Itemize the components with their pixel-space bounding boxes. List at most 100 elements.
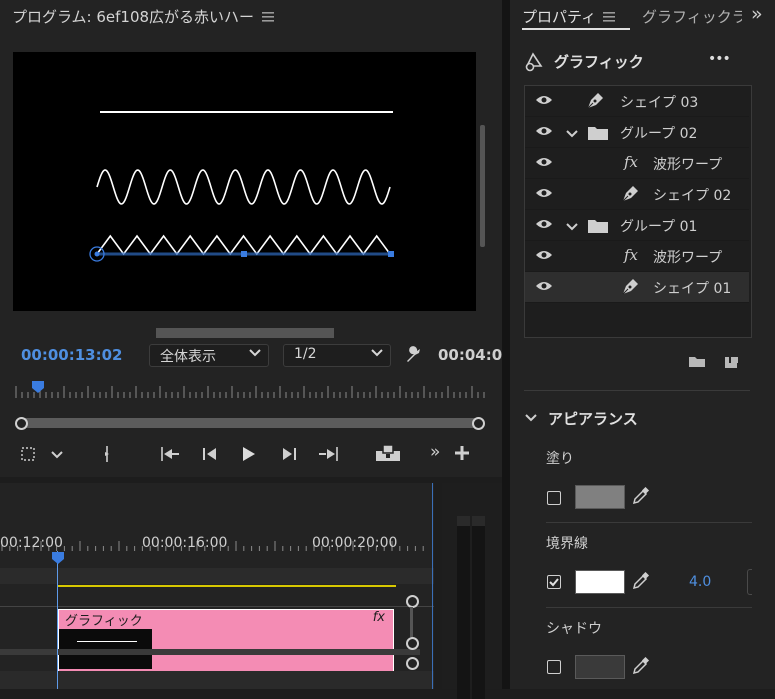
- resolution-select-value: 1/2: [294, 346, 317, 362]
- audio-meter-panel: [442, 483, 502, 699]
- zoom-handle-right[interactable]: [472, 417, 485, 430]
- new-group-icon[interactable]: [688, 354, 706, 372]
- layer-label: 波形ワープ: [653, 157, 723, 173]
- panel-focus-border: [432, 483, 433, 689]
- pen-shape-icon: [620, 277, 640, 301]
- timeline-timecode-2: 00:00:16:00: [142, 535, 228, 551]
- stroke-options-edge[interactable]: [747, 569, 752, 595]
- fill-color-swatch[interactable]: [575, 485, 625, 509]
- shadow-checkbox[interactable]: [547, 660, 561, 674]
- fill-checkbox[interactable]: [547, 491, 561, 505]
- eye-icon[interactable]: [535, 249, 553, 265]
- chevron-down-icon[interactable]: [565, 220, 579, 236]
- timeline-playhead[interactable]: [51, 551, 65, 569]
- scroll-handle-mid[interactable]: [406, 637, 419, 650]
- sine-wave-shape: [96, 169, 391, 205]
- marker-icon[interactable]: [103, 445, 111, 467]
- go-to-out-icon[interactable]: [318, 446, 340, 466]
- safe-margins-icon[interactable]: [20, 446, 36, 466]
- clip-label: グラフィック: [65, 614, 143, 629]
- eye-icon[interactable]: [535, 94, 553, 110]
- chevron-down-icon: [371, 349, 383, 357]
- vertex-handle-mid: [241, 251, 247, 257]
- vertical-scroll-track[interactable]: [410, 607, 413, 637]
- timeline-timecode-1: 00:12:00: [0, 535, 63, 551]
- section-divider: [524, 390, 750, 391]
- folder-icon: [587, 125, 609, 145]
- fx-icon: fx: [624, 153, 639, 171]
- wrench-icon[interactable]: [404, 345, 422, 367]
- preview-horizontal-scrollbar[interactable]: [156, 328, 334, 338]
- add-icon[interactable]: [455, 446, 469, 464]
- layer-row[interactable]: fx 波形ワープ: [525, 241, 749, 272]
- layer-label: グループ 02: [620, 126, 698, 142]
- fill-label: 塗り: [546, 451, 574, 467]
- video-preview[interactable]: [13, 52, 476, 311]
- preview-graphics: [89, 111, 394, 262]
- eye-icon[interactable]: [535, 187, 553, 203]
- go-to-in-icon[interactable]: [159, 446, 181, 466]
- eyedropper-icon[interactable]: [632, 571, 650, 594]
- eye-icon[interactable]: [535, 218, 553, 234]
- stroke-checkbox[interactable]: [547, 575, 561, 589]
- export-frame-icon[interactable]: [375, 444, 401, 466]
- shadow-color-swatch[interactable]: [575, 655, 625, 679]
- panel-overflow-icon[interactable]: »: [751, 3, 763, 25]
- play-icon[interactable]: [242, 446, 256, 466]
- folder-icon: [587, 218, 609, 238]
- timeline-panel: 00:12:00 00:00:16:00 00:00:20:00 グラフィック …: [0, 483, 434, 689]
- hamburger-icon[interactable]: [262, 10, 274, 26]
- layer-label: シェイプ 03: [620, 95, 699, 111]
- duration-timecode: 00:04:0: [438, 346, 503, 364]
- work-area-bar[interactable]: [0, 568, 434, 584]
- eye-icon[interactable]: [535, 280, 553, 296]
- layer-row[interactable]: シェイプ 01: [525, 272, 749, 303]
- layer-row[interactable]: シェイプ 03: [525, 86, 749, 117]
- layer-row[interactable]: シェイプ 02: [525, 179, 749, 210]
- step-back-icon[interactable]: [202, 446, 218, 466]
- layer-row[interactable]: グループ 01: [525, 210, 749, 241]
- layer-label: シェイプ 02: [653, 188, 732, 204]
- eyedropper-icon[interactable]: [632, 656, 650, 679]
- tab-underline: [522, 28, 630, 30]
- panel-divider[interactable]: [502, 0, 510, 689]
- shadow-label: シャドウ: [546, 621, 602, 637]
- more-options-icon[interactable]: •••: [708, 51, 731, 67]
- more-icon[interactable]: »: [430, 442, 440, 462]
- graphic-icon: [524, 52, 544, 76]
- tab-graphics-layer-clip: グラフィックラ: [642, 0, 742, 30]
- timeline-timecode-3: 00:00:20:00: [312, 535, 398, 551]
- scroll-handle-bottom[interactable]: [406, 657, 419, 670]
- layer-row[interactable]: グループ 02: [525, 117, 749, 148]
- monitor-playhead[interactable]: [31, 380, 45, 398]
- zoom-handle-left[interactable]: [15, 417, 28, 430]
- vertex-handle-end: [388, 251, 394, 257]
- collapse-chevron-icon[interactable]: [524, 411, 538, 427]
- monitor-time-ruler[interactable]: [14, 380, 486, 402]
- stroke-width-value[interactable]: 4.0: [689, 574, 711, 590]
- timeline-bottom-bar: [0, 671, 434, 689]
- monitor-zoom-bar[interactable]: [20, 418, 479, 428]
- chevron-down-icon[interactable]: [50, 448, 64, 464]
- tab-graphics-layer[interactable]: グラフィックラ: [642, 6, 742, 27]
- new-layer-icon[interactable]: [724, 354, 740, 374]
- hamburger-icon[interactable]: [603, 10, 615, 26]
- eye-icon[interactable]: [535, 156, 553, 172]
- clip-fx-badge: fx: [372, 610, 385, 625]
- layer-row[interactable]: fx 波形ワープ: [525, 148, 749, 179]
- preview-vertical-scrollbar[interactable]: [480, 125, 485, 247]
- step-forward-icon[interactable]: [281, 446, 297, 466]
- timeline-playhead-line: [57, 551, 58, 689]
- pen-shape-icon: [620, 184, 640, 208]
- horizontal-scroll-track[interactable]: [0, 649, 420, 655]
- eyedropper-icon[interactable]: [632, 486, 650, 509]
- current-timecode[interactable]: 00:00:13:02: [21, 346, 123, 364]
- resolution-select[interactable]: 1/2: [283, 344, 391, 367]
- eye-icon[interactable]: [535, 125, 553, 141]
- chevron-down-icon[interactable]: [565, 127, 579, 143]
- tab-properties[interactable]: プロパティ: [522, 6, 596, 27]
- stroke-color-swatch[interactable]: [575, 570, 625, 594]
- layer-label: グループ 01: [620, 219, 698, 235]
- fit-select[interactable]: 全体表示: [149, 344, 269, 367]
- program-monitor-title[interactable]: プログラム: 6ef108広がる赤いハー: [12, 6, 254, 27]
